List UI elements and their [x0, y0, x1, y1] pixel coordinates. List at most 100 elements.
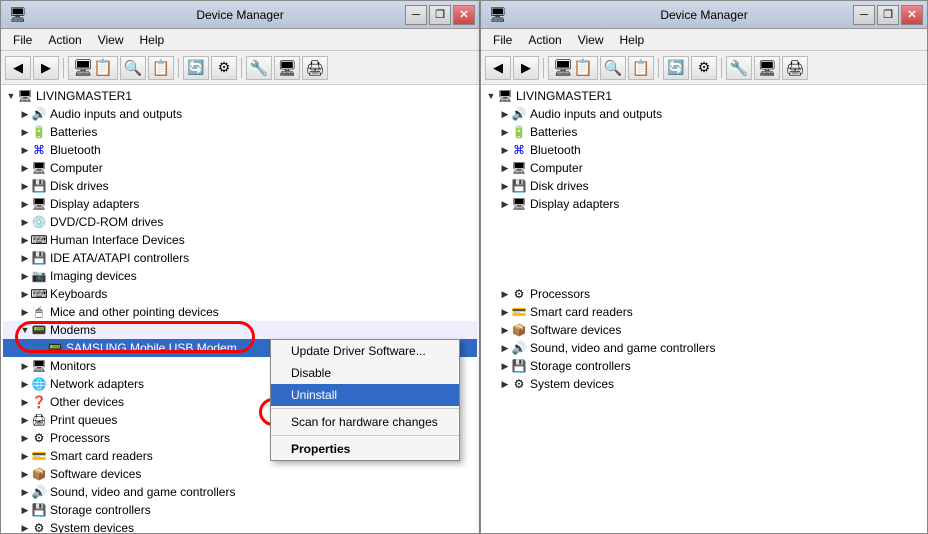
right-tb-btn8[interactable]: 🖨: [782, 56, 808, 80]
right-system[interactable]: ▶ ⚙ System devices: [483, 375, 925, 393]
tree-mice[interactable]: ▶ 🖱 Mice and other pointing devices: [3, 303, 477, 321]
tree-bluetooth[interactable]: ▶ ⌘ Bluetooth: [3, 141, 477, 159]
hid-expand: ▶: [19, 232, 31, 248]
samsung-icon: 📟: [47, 340, 63, 356]
right-batteries[interactable]: ▶ 🔋 Batteries: [483, 123, 925, 141]
processors-label: Processors: [50, 431, 110, 445]
left-minimize-button[interactable]: ─: [405, 5, 427, 25]
right-restore-button[interactable]: ❐: [877, 5, 899, 25]
right-bluetooth[interactable]: ▶ ⌘ Bluetooth: [483, 141, 925, 159]
right-tb-btn5[interactable]: ⚙: [691, 56, 717, 80]
disk-label: Disk drives: [50, 179, 109, 193]
right-tb-back[interactable]: ◀: [485, 56, 511, 80]
cm-uninstall[interactable]: Uninstall: [271, 384, 459, 406]
right-minimize-button[interactable]: ─: [853, 5, 875, 25]
tree-modems[interactable]: ▼ 📟 Modems: [3, 321, 477, 339]
left-tb-btn5[interactable]: ⚙: [211, 56, 237, 80]
left-menu-help[interactable]: Help: [132, 31, 173, 49]
left-tb-btn7[interactable]: 🖥: [274, 56, 300, 80]
network-icon: 🌐: [31, 376, 47, 392]
left-titlebar-buttons: ─ ❐ ✕: [405, 5, 475, 25]
left-tb-forward[interactable]: ▶: [33, 56, 59, 80]
tree-ide[interactable]: ▶ 💾 IDE ATA/ATAPI controllers: [3, 249, 477, 267]
right-menu-view[interactable]: View: [570, 31, 612, 49]
left-menu-view[interactable]: View: [90, 31, 132, 49]
other-expand: ▶: [19, 394, 31, 410]
right-tb-btn6[interactable]: 🔧: [726, 56, 752, 80]
tree-storage[interactable]: ▶ 💾 Storage controllers: [3, 501, 477, 519]
bluetooth-icon: ⌘: [31, 142, 47, 158]
tree-keyboards[interactable]: ▶ ⌨ Keyboards: [3, 285, 477, 303]
display-label: Display adapters: [50, 197, 139, 211]
left-menu-file[interactable]: File: [5, 31, 40, 49]
root-icon: 🖥: [17, 88, 33, 104]
left-tb-btn8[interactable]: 🖨: [302, 56, 328, 80]
monitors-icon: 🖥: [31, 358, 47, 374]
tree-display[interactable]: ▶ 🖥 Display adapters: [3, 195, 477, 213]
right-tb-btn7[interactable]: 🖥: [754, 56, 780, 80]
smartcard-expand: ▶: [19, 448, 31, 464]
right-tb-forward[interactable]: ▶: [513, 56, 539, 80]
system-icon: ⚙: [31, 520, 47, 533]
right-display[interactable]: ▶ 🖥 Display adapters: [483, 195, 925, 213]
cm-properties[interactable]: Properties: [271, 438, 459, 460]
tree-imaging[interactable]: ▶ 📷 Imaging devices: [3, 267, 477, 285]
smartcard-icon: 💳: [31, 448, 47, 464]
right-tb-btn3[interactable]: 📋: [628, 56, 654, 80]
left-tb-btn4[interactable]: 🔄: [183, 56, 209, 80]
right-tb-sep1: [543, 58, 544, 78]
right-disk[interactable]: ▶ 💾 Disk drives: [483, 177, 925, 195]
other-label: Other devices: [50, 395, 124, 409]
storage-icon: 💾: [31, 502, 47, 518]
right-menu-file[interactable]: File: [485, 31, 520, 49]
left-close-button[interactable]: ✕: [453, 5, 475, 25]
tree-root[interactable]: ▼ 🖥 LIVINGMASTER1: [3, 87, 477, 105]
tree-computer[interactable]: ▶ 🖥 Computer: [3, 159, 477, 177]
left-tb-back[interactable]: ◀: [5, 56, 31, 80]
right-menu-help[interactable]: Help: [612, 31, 653, 49]
tree-sound[interactable]: ▶ 🔊 Sound, video and game controllers: [3, 483, 477, 501]
print-expand: ▶: [19, 412, 31, 428]
right-title: Device Manager: [660, 8, 747, 22]
right-sound[interactable]: ▶ 🔊 Sound, video and game controllers: [483, 339, 925, 357]
print-label: Print queues: [50, 413, 117, 427]
left-menu-action[interactable]: Action: [40, 31, 89, 49]
right-smartcard[interactable]: ▶ 💳 Smart card readers: [483, 303, 925, 321]
left-restore-button[interactable]: ❐: [429, 5, 451, 25]
left-tb-btn6[interactable]: 🔧: [246, 56, 272, 80]
left-tb-btn3[interactable]: 📋: [148, 56, 174, 80]
cm-update-driver[interactable]: Update Driver Software...: [271, 340, 459, 362]
tree-dvd[interactable]: ▶ 💿 DVD/CD-ROM drives: [3, 213, 477, 231]
tree-hid[interactable]: ▶ ⌨ Human Interface Devices: [3, 231, 477, 249]
disk-icon: 💾: [31, 178, 47, 194]
left-tb-btn1[interactable]: 🖥📋: [68, 56, 118, 80]
tree-software[interactable]: ▶ 📦 Software devices: [3, 465, 477, 483]
right-software[interactable]: ▶ 📦 Software devices: [483, 321, 925, 339]
cm-disable[interactable]: Disable: [271, 362, 459, 384]
display-icon: 🖥: [31, 196, 47, 212]
right-tree[interactable]: ▼ 🖥 LIVINGMASTER1 ▶ 🔊 Audio inputs and o…: [481, 85, 927, 533]
right-audio[interactable]: ▶ 🔊 Audio inputs and outputs: [483, 105, 925, 123]
dvd-icon: 💿: [31, 214, 47, 230]
right-tb-btn1[interactable]: 🖥📋: [548, 56, 598, 80]
cm-scan[interactable]: Scan for hardware changes: [271, 411, 459, 433]
tree-disk[interactable]: ▶ 💾 Disk drives: [3, 177, 477, 195]
right-tb-btn2[interactable]: 🔍: [600, 56, 626, 80]
tree-audio[interactable]: ▶ 🔊 Audio inputs and outputs: [3, 105, 477, 123]
right-processors[interactable]: ▶ ⚙ Processors: [483, 285, 925, 303]
display-expand: ▶: [19, 196, 31, 212]
right-tree-root[interactable]: ▼ 🖥 LIVINGMASTER1: [483, 87, 925, 105]
right-menu-action[interactable]: Action: [520, 31, 569, 49]
right-computer-label: Computer: [530, 161, 583, 175]
right-close-button[interactable]: ✕: [901, 5, 923, 25]
right-computer[interactable]: ▶ 🖥 Computer: [483, 159, 925, 177]
cm-sep1: [271, 408, 459, 409]
left-tb-btn2[interactable]: 🔍: [120, 56, 146, 80]
right-storage[interactable]: ▶ 💾 Storage controllers: [483, 357, 925, 375]
right-tb-btn4[interactable]: 🔄: [663, 56, 689, 80]
tree-system[interactable]: ▶ ⚙ System devices: [3, 519, 477, 533]
mice-label: Mice and other pointing devices: [50, 305, 219, 319]
left-tree[interactable]: ▼ 🖥 LIVINGMASTER1 ▶ 🔊 Audio inputs and o…: [1, 85, 479, 533]
modems-expand: ▼: [19, 322, 31, 338]
tree-batteries[interactable]: ▶ 🔋 Batteries: [3, 123, 477, 141]
